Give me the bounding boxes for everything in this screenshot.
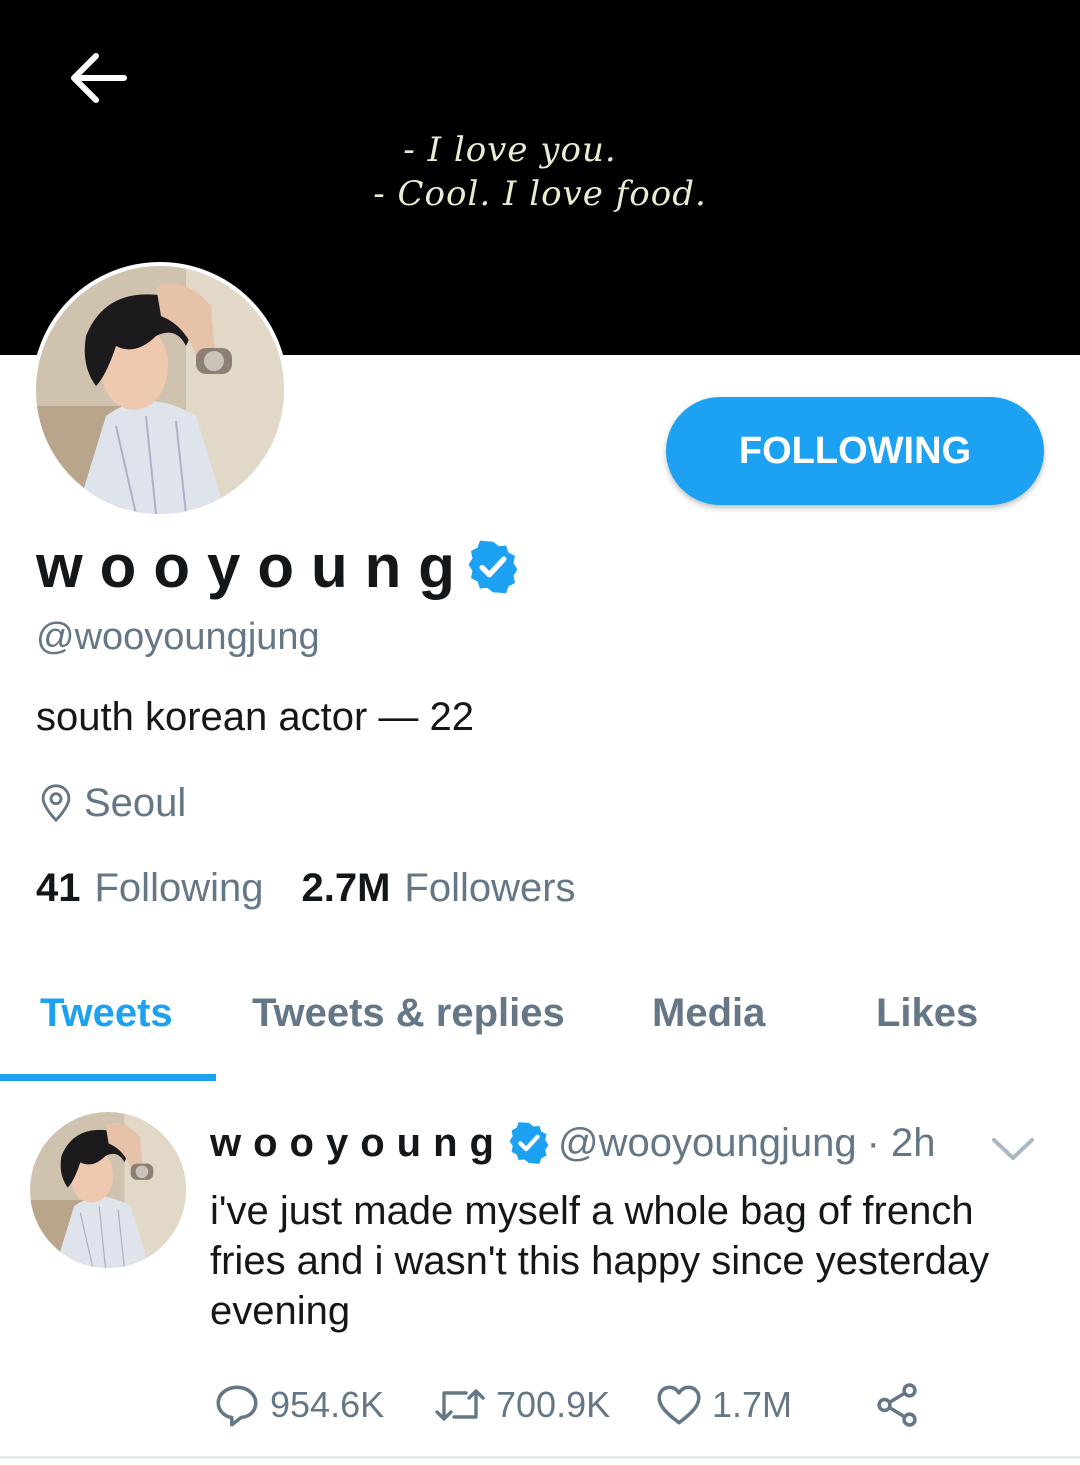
active-tab-indicator bbox=[0, 1074, 216, 1081]
profile-bio: south korean actor — 22 bbox=[36, 695, 475, 739]
followers-label: Followers bbox=[404, 866, 576, 910]
reply-icon bbox=[216, 1385, 258, 1427]
profile-name: wooyoung bbox=[36, 532, 522, 602]
like-button[interactable]: 1.7M bbox=[654, 1380, 792, 1430]
location-pin-icon bbox=[41, 784, 71, 823]
tab-likes[interactable]: Likes bbox=[876, 988, 978, 1038]
tab-media[interactable]: Media bbox=[652, 988, 765, 1038]
following-count: 41 bbox=[36, 866, 81, 910]
profile-location: Seoul bbox=[38, 778, 186, 828]
tweet-avatar-photo bbox=[30, 1112, 186, 1268]
profile-handle: @wooyoungjung bbox=[36, 616, 320, 658]
verified-badge-icon bbox=[468, 540, 518, 594]
like-count: 1.7M bbox=[712, 1384, 793, 1425]
followers-stat[interactable]: 2.7M Followers bbox=[301, 862, 575, 914]
retweet-button[interactable]: 700.9K bbox=[432, 1380, 610, 1430]
share-icon bbox=[877, 1383, 917, 1427]
tweet-header: wooyoung @wooyoungjung · 2h bbox=[210, 1116, 936, 1170]
location-text: Seoul bbox=[84, 781, 187, 825]
reply-count: 954.6K bbox=[270, 1384, 385, 1425]
tweet-time: · 2h bbox=[866, 1121, 936, 1165]
reply-button[interactable]: 954.6K bbox=[212, 1380, 384, 1430]
banner-subtitle-line1: - I love you. bbox=[403, 130, 617, 170]
tweet-text: i've just made myself a whole bag of fre… bbox=[210, 1189, 990, 1333]
banner-subtitle-line2: - Cool. I love food. bbox=[373, 174, 707, 214]
chevron-down-icon[interactable] bbox=[990, 1134, 1036, 1164]
share-button[interactable] bbox=[872, 1380, 930, 1430]
tweet-actions: 954.6K 700.9K 1.7M bbox=[0, 1380, 1080, 1440]
divider bbox=[0, 1456, 1080, 1459]
following-button[interactable]: FOLLOWING bbox=[666, 397, 1044, 505]
tweet-author-handle[interactable]: @wooyoungjung bbox=[558, 1116, 857, 1170]
banner-subtitles: - I love you. - Cool. I love food. bbox=[0, 128, 1080, 216]
verified-badge-icon bbox=[509, 1122, 549, 1164]
followers-count: 2.7M bbox=[301, 866, 391, 910]
tweet-avatar[interactable] bbox=[30, 1112, 186, 1268]
back-arrow-icon[interactable] bbox=[66, 52, 128, 104]
tab-tweets[interactable]: Tweets bbox=[40, 988, 173, 1038]
profile-avatar[interactable] bbox=[32, 262, 288, 518]
following-label: Following bbox=[94, 866, 264, 910]
profile-tabs: Tweets Tweets & replies Media Likes bbox=[0, 980, 1080, 1081]
following-stat[interactable]: 41 Following bbox=[36, 862, 263, 914]
tweet-author-name[interactable]: wooyoung bbox=[210, 1116, 506, 1170]
retweet-icon bbox=[435, 1389, 485, 1421]
display-name: wooyoung bbox=[36, 533, 472, 600]
retweet-count: 700.9K bbox=[496, 1384, 611, 1425]
profile-stats: 41 Following 2.7M Followers bbox=[36, 862, 614, 914]
avatar-photo bbox=[36, 266, 284, 514]
tab-tweets-and-replies[interactable]: Tweets & replies bbox=[252, 988, 565, 1038]
like-heart-icon bbox=[657, 1385, 701, 1425]
